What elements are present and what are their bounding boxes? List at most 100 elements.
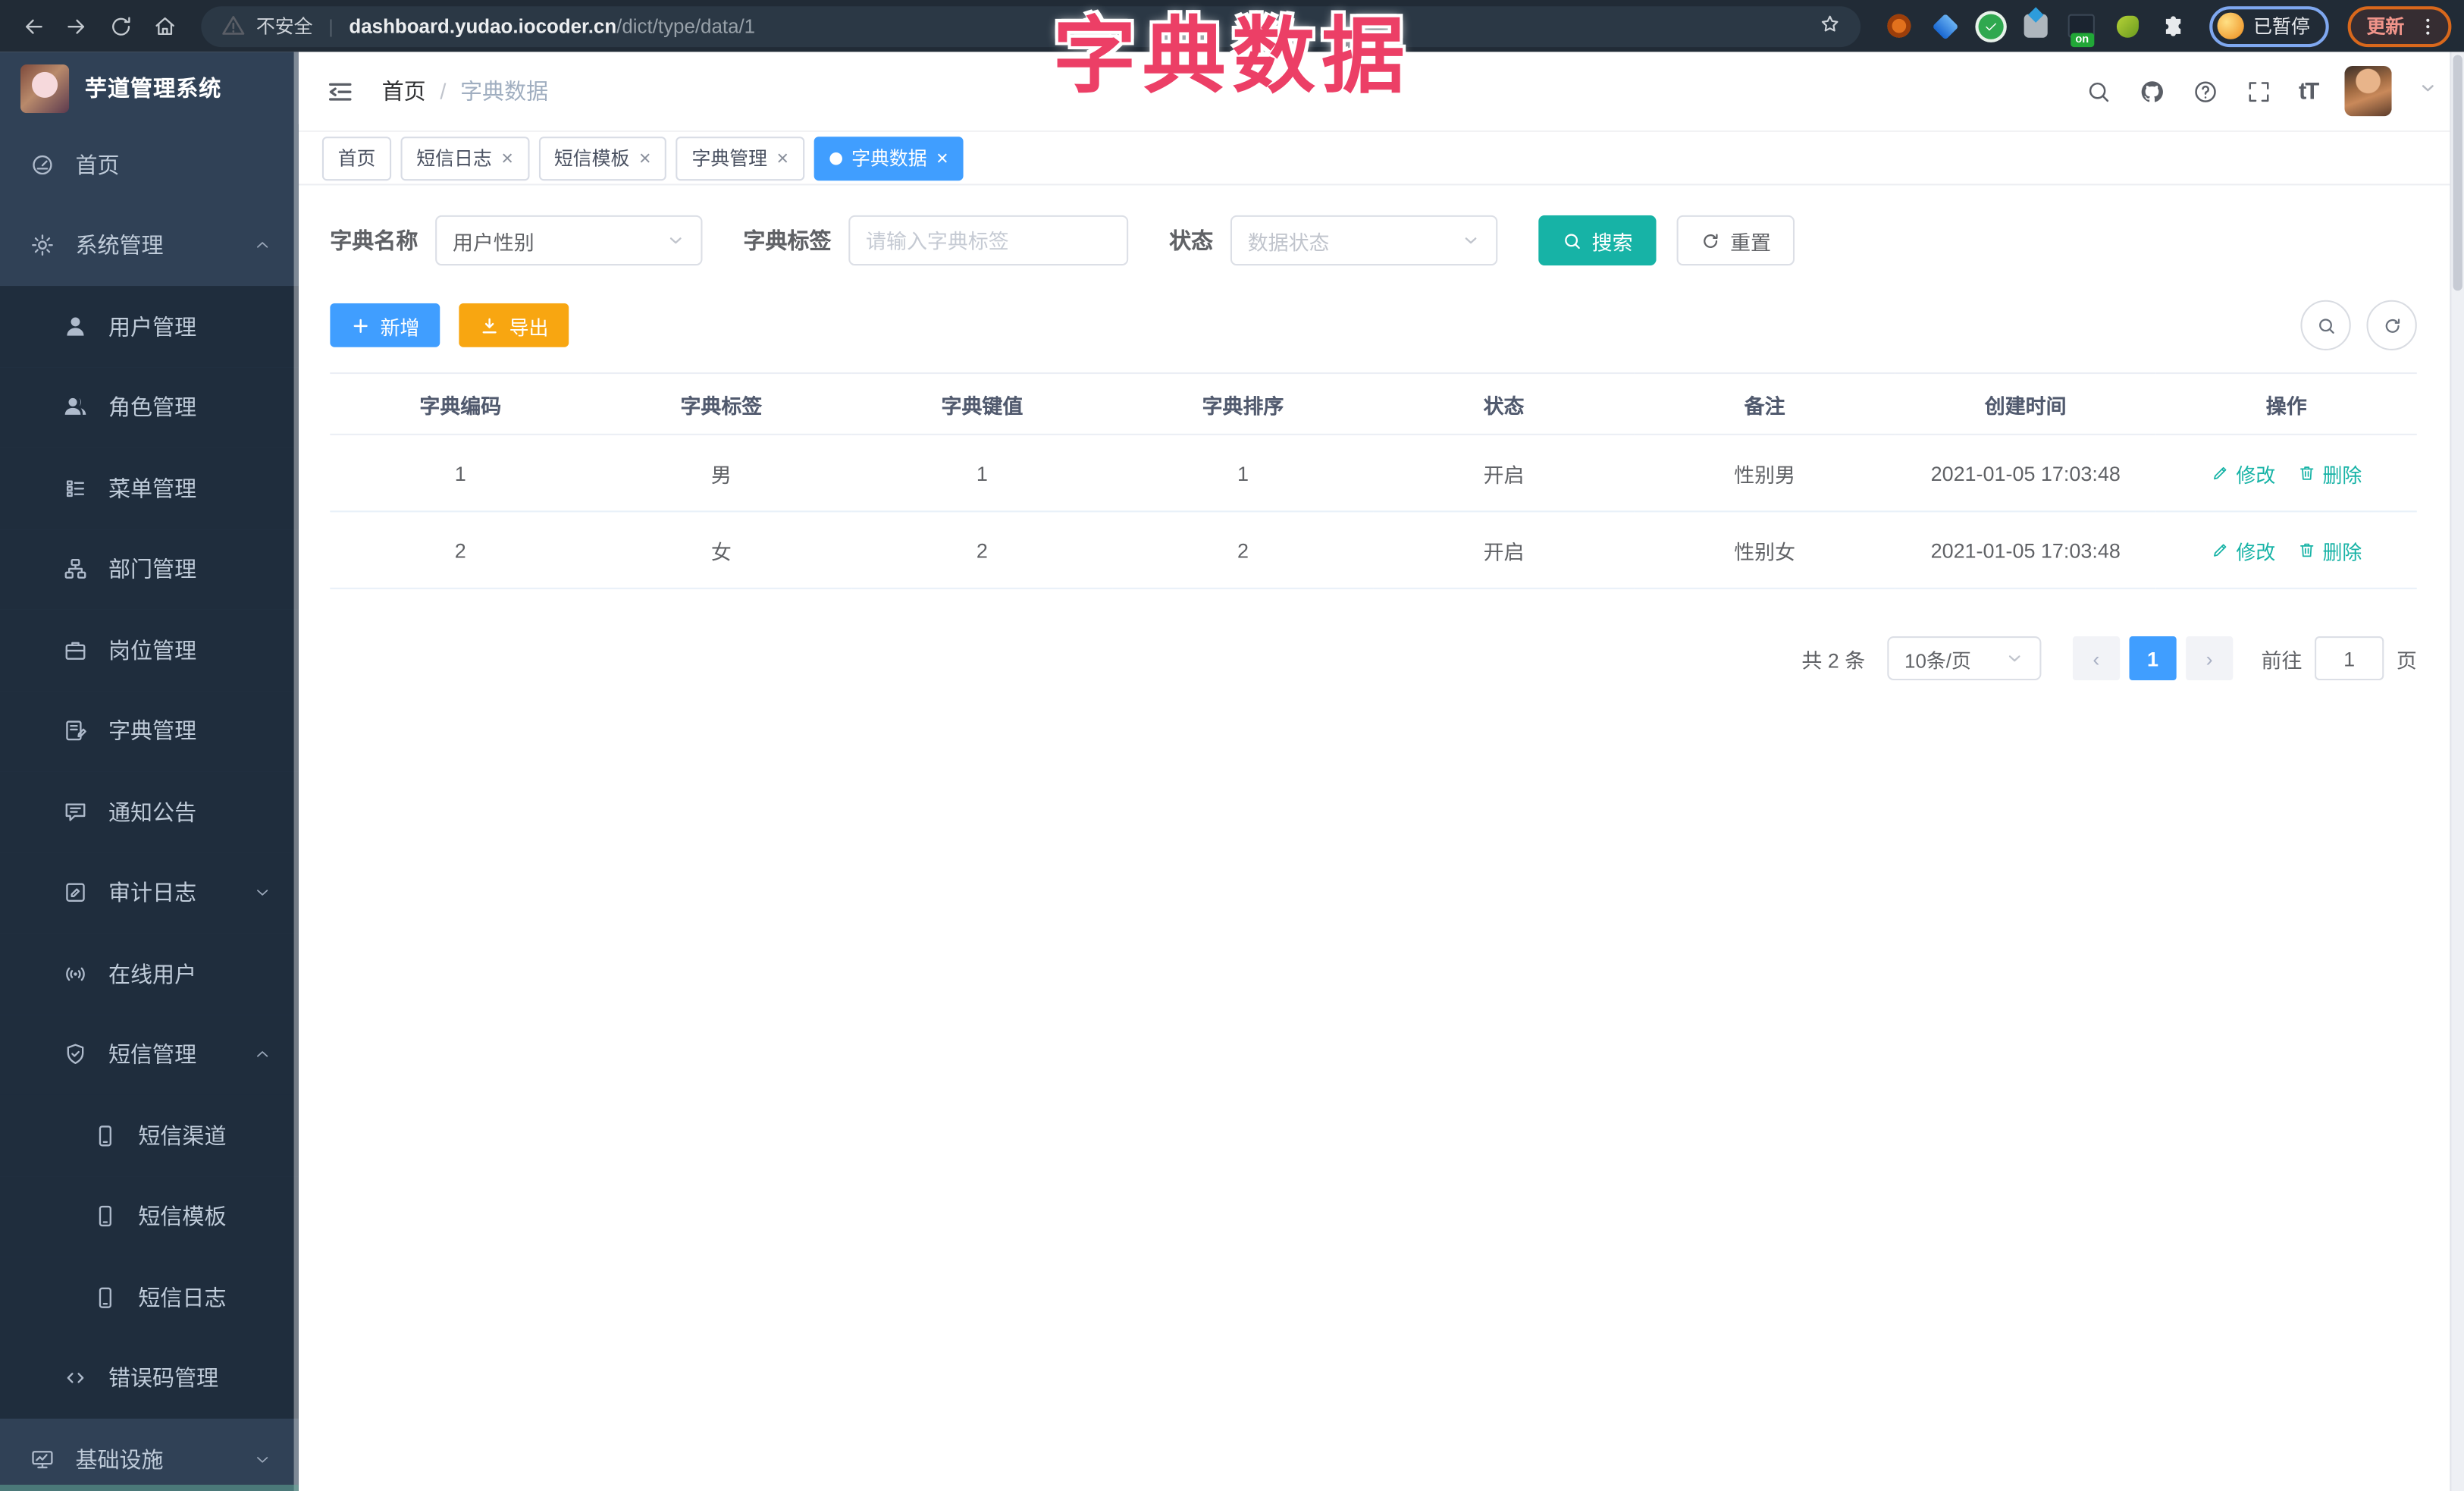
security-warning[interactable]: 不安全 <box>220 13 312 39</box>
page-size-select[interactable]: 10条/页 <box>1887 636 2042 681</box>
extension-on-icon[interactable]: on <box>2068 12 2096 47</box>
tab-home[interactable]: 首页 <box>321 136 392 180</box>
shield-check-icon <box>63 1042 88 1067</box>
export-button[interactable]: 导出 <box>459 303 569 347</box>
sidebar-item-post-management[interactable]: 岗位管理 <box>0 609 299 691</box>
chevron-down-icon <box>253 1450 272 1469</box>
dict-name-select[interactable]: 用户性别 <box>435 215 703 266</box>
sidebar-item-label: 字典管理 <box>108 718 197 744</box>
sidebar-item-dict-management[interactable]: 字典管理 <box>0 690 299 772</box>
browser-menu-kebab-icon[interactable] <box>2417 15 2439 37</box>
sidebar-item-label: 短信日志 <box>138 1285 227 1311</box>
font-size-icon[interactable]: tT <box>2299 78 2319 105</box>
reload-icon[interactable] <box>101 5 142 46</box>
back-icon[interactable] <box>13 5 54 46</box>
extension-orange-icon[interactable] <box>1886 12 1914 40</box>
window-scrollbar[interactable] <box>2450 52 2464 1491</box>
chevron-down-icon <box>2005 649 2024 668</box>
browser-update-button[interactable]: 更新 <box>2347 5 2452 47</box>
sidebar-scrollbar[interactable] <box>293 52 299 1491</box>
sidebar-item-error-code-management[interactable]: 错误码管理 <box>0 1338 299 1419</box>
extension-sliders-icon[interactable] <box>2023 12 2051 40</box>
cell-code: 1 <box>330 434 591 513</box>
extensions-puzzle-icon[interactable] <box>2159 12 2187 40</box>
status-select[interactable]: 数据状态 <box>1230 215 1498 266</box>
sidebar-item-sms-management[interactable]: 短信管理 <box>0 1014 299 1095</box>
sidebar-item-dept-management[interactable]: 部门管理 <box>0 529 299 610</box>
address-bar[interactable]: 不安全 | dashboard.yudao.iocoder.cn /dict/t… <box>201 5 1861 47</box>
scrollbar-thumb[interactable] <box>2453 55 2462 291</box>
breadcrumb-home[interactable]: 首页 <box>382 75 426 106</box>
tab-close-icon[interactable]: × <box>776 148 788 168</box>
tab-dict-data[interactable]: 字典数据 × <box>813 136 964 180</box>
reset-button[interactable]: 重置 <box>1676 215 1795 266</box>
tab-label: 首页 <box>337 147 376 170</box>
sidebar-item-sms-template[interactable]: 短信模板 <box>0 1176 299 1257</box>
header-actions: tT <box>2085 66 2437 117</box>
collapse-sidebar-icon[interactable] <box>325 76 355 105</box>
extension-leaf-icon[interactable] <box>2114 12 2142 40</box>
tab-sms-template[interactable]: 短信模板 × <box>538 136 667 180</box>
sidebar-item-infrastructure[interactable]: 基础设施 <box>0 1418 299 1491</box>
fullscreen-icon[interactable] <box>2246 78 2272 105</box>
github-icon[interactable] <box>2139 78 2165 105</box>
tab-close-icon[interactable]: × <box>501 148 513 168</box>
user-avatar[interactable] <box>2344 66 2392 117</box>
profile-paused-chip[interactable]: 已暂停 <box>2209 5 2329 47</box>
refresh-button[interactable] <box>2366 300 2417 350</box>
sidebar-item-audit-log[interactable]: 审计日志 <box>0 852 299 934</box>
edit-link[interactable]: 修改 <box>2211 535 2275 564</box>
sidebar-item-home[interactable]: 首页 <box>0 124 299 206</box>
tab-label: 短信模板 <box>553 147 630 170</box>
app-logo[interactable]: 芋道管理系统 <box>0 52 299 124</box>
goto-page-input[interactable] <box>2315 636 2384 681</box>
dict-tag-input[interactable] <box>848 215 1129 266</box>
forward-icon[interactable] <box>57 5 98 46</box>
sidebar-item-role-management[interactable]: 角色管理 <box>0 366 299 448</box>
bookmark-star-icon[interactable] <box>1818 12 1842 40</box>
dict-tag-label: 字典标签 <box>743 228 832 253</box>
total-count: 共 2 条 <box>1801 648 1866 672</box>
next-page-button[interactable]: › <box>2186 636 2234 681</box>
page-size-value: 10条/页 <box>1904 649 1971 672</box>
avatar-caret-down-icon[interactable] <box>2419 77 2437 105</box>
dict-data-table: 字典编码 字典标签 字典键值 字典排序 状态 备注 创建时间 操作 1 男 1 1 开启 性别男 2021… <box>330 372 2417 589</box>
security-label: 不安全 <box>255 15 313 38</box>
page-number-button[interactable]: 1 <box>2129 636 2177 681</box>
tab-close-icon[interactable]: × <box>936 148 948 168</box>
sidebar-item-sms-channel[interactable]: 短信渠道 <box>0 1094 299 1176</box>
url-host: dashboard.yudao.iocoder.cn <box>349 14 617 37</box>
sidebar-item-online-users[interactable]: 在线用户 <box>0 933 299 1015</box>
delete-link[interactable]: 删除 <box>2297 458 2362 488</box>
toggle-search-button[interactable] <box>2300 300 2351 350</box>
screen: 字典数据 不安全 | dashboard.yudao.iocoder.cn /d… <box>0 0 2464 1491</box>
sidebar-item-sms-log[interactable]: 短信日志 <box>0 1257 299 1339</box>
tab-close-icon[interactable]: × <box>639 148 651 168</box>
search-icon[interactable] <box>2085 78 2111 105</box>
sidebar-item-system-management[interactable]: 系统管理 <box>0 205 299 287</box>
add-button-label: 新增 <box>380 316 420 339</box>
sidebar-item-user-management[interactable]: 用户管理 <box>0 286 299 367</box>
tab-dict-management[interactable]: 字典管理 × <box>676 136 804 180</box>
column-header: 状态 <box>1373 372 1635 435</box>
monitor-icon <box>30 1447 55 1472</box>
column-header: 字典编码 <box>330 372 591 435</box>
question-icon[interactable] <box>2192 78 2218 105</box>
cell-created-at: 2021-01-05 17:03:48 <box>1895 434 2156 513</box>
add-button[interactable]: 新增 <box>330 303 440 347</box>
sidebar-item-menu-management[interactable]: 菜单管理 <box>0 447 299 529</box>
home-icon[interactable] <box>145 5 186 46</box>
extension-badge: on <box>2071 32 2094 47</box>
sidebar-item-label: 部门管理 <box>108 556 197 582</box>
tab-sms-log[interactable]: 短信日志 × <box>400 136 529 180</box>
edit-link[interactable]: 修改 <box>2211 458 2275 488</box>
chevron-down-icon <box>253 884 272 902</box>
tab-label: 字典数据 <box>851 147 927 170</box>
extension-blue-icon[interactable] <box>1931 12 1959 40</box>
prev-page-button[interactable]: ‹ <box>2072 636 2121 681</box>
delete-link[interactable]: 删除 <box>2297 535 2362 564</box>
cell-actions: 修改 删除 <box>2155 511 2417 589</box>
sidebar-item-notice-announcement[interactable]: 通知公告 <box>0 771 299 852</box>
extension-green-check-icon[interactable] <box>1977 12 2005 40</box>
search-button[interactable]: 搜索 <box>1538 215 1657 266</box>
